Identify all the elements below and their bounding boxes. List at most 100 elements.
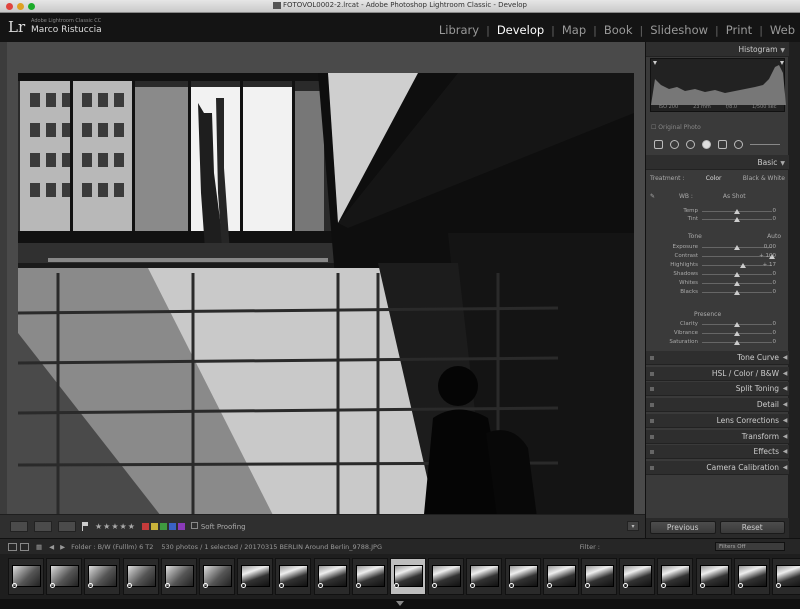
left-panel-collapsed[interactable]	[0, 42, 7, 514]
slider-track[interactable]	[702, 340, 772, 345]
forward-arrow-icon[interactable]: ▶	[60, 543, 65, 551]
filmstrip-thumbnail[interactable]	[733, 558, 770, 595]
color-label-swatch[interactable]	[141, 523, 149, 530]
filmstrip-thumbnail[interactable]	[275, 558, 312, 595]
slider-knob[interactable]	[734, 272, 740, 277]
slider-value[interactable]: + 100	[759, 253, 776, 259]
color-label-swatch[interactable]	[159, 523, 167, 530]
panel-switch-icon[interactable]	[650, 387, 654, 392]
slider-knob[interactable]	[734, 281, 740, 286]
spot-removal-icon[interactable]	[670, 140, 679, 149]
filmstrip-thumbnail[interactable]	[619, 558, 656, 595]
previous-button[interactable]: Previous	[650, 521, 716, 534]
wb-slider-tint[interactable]: Tint 0	[646, 216, 789, 223]
panel-tone-curve[interactable]: Tone Curve ◀	[646, 351, 789, 365]
module-book[interactable]: Book	[603, 23, 634, 37]
slider-track[interactable]	[702, 272, 772, 277]
loupe-view-button[interactable]	[10, 521, 28, 532]
panel-split-toning[interactable]: Split Toning ◀	[646, 382, 789, 397]
slider-track[interactable]	[702, 209, 772, 214]
slider-knob[interactable]	[734, 331, 740, 336]
filmstrip-thumbnail[interactable]	[199, 558, 235, 595]
panel-switch-icon[interactable]	[650, 450, 654, 455]
panel-switch-icon[interactable]	[650, 434, 654, 439]
slider-knob[interactable]	[734, 290, 740, 295]
before-after-options-button[interactable]	[58, 521, 76, 532]
slider-value[interactable]: 0,00	[764, 244, 776, 250]
slider-knob[interactable]	[734, 322, 740, 327]
tone-slider-exposure[interactable]: Exposure 0,00	[646, 244, 789, 251]
tone-slider-whites[interactable]: Whites 0	[646, 280, 789, 287]
panel-camera-calibration[interactable]: Camera Calibration ◀	[646, 460, 789, 475]
tool-slider[interactable]	[750, 144, 780, 145]
original-photo-toggle[interactable]: ☐ Original Photo	[651, 124, 701, 131]
source-label[interactable]: Folder : B/W (Fulllm) 6 T2	[71, 543, 153, 551]
slider-knob[interactable]	[739, 263, 746, 268]
histogram[interactable]: ISO 200 23 mm f/8.0 1/500 sec	[650, 58, 786, 112]
panel-switch-icon[interactable]	[650, 356, 654, 360]
tone-slider-contrast[interactable]: Contrast + 100	[646, 253, 789, 260]
presence-slider-clarity[interactable]: Clarity 0	[646, 321, 789, 328]
filmstrip-thumbnail[interactable]	[351, 558, 388, 595]
filmstrip-thumbnail[interactable]	[160, 558, 197, 595]
slider-value[interactable]: 0	[773, 289, 777, 295]
filmstrip-thumbnail[interactable]	[542, 558, 579, 595]
filmstrip-thumbnail[interactable]	[390, 558, 426, 595]
filmstrip-thumbnail[interactable]	[313, 558, 350, 595]
slider-value[interactable]: 0	[773, 271, 777, 277]
slider-track[interactable]	[702, 290, 772, 295]
slider-knob[interactable]	[734, 245, 740, 250]
presence-slider-saturation[interactable]: Saturation 0	[646, 339, 789, 346]
panel-effects[interactable]: Effects ◀	[646, 445, 789, 460]
slider-value[interactable]: 0	[773, 330, 777, 336]
checkbox-icon[interactable]	[190, 522, 198, 529]
panel-detail[interactable]: Detail ◀	[646, 398, 789, 413]
toolbar-options-dropdown[interactable]: ▾	[627, 521, 639, 531]
graduated-filter-icon[interactable]	[702, 140, 711, 149]
crop-tool-icon[interactable]	[654, 140, 663, 149]
slider-knob[interactable]	[734, 217, 740, 222]
right-panel-scroll-track[interactable]	[788, 42, 800, 538]
presence-slider-vibrance[interactable]: Vibrance 0	[646, 330, 789, 337]
module-library[interactable]: Library	[438, 23, 480, 37]
filmstrip-thumbnail[interactable]	[8, 558, 44, 595]
filmstrip-thumbnail[interactable]	[428, 558, 465, 595]
filmstrip-thumbnail[interactable]	[122, 558, 159, 595]
module-map[interactable]: Map	[561, 23, 587, 37]
back-arrow-icon[interactable]: ◀	[49, 543, 54, 551]
color-label-swatch[interactable]	[177, 523, 185, 530]
tone-slider-blacks[interactable]: Blacks 0	[646, 289, 789, 296]
slider-track[interactable]	[702, 217, 772, 222]
slider-value[interactable]: 0	[773, 339, 777, 345]
filmstrip-thumbnail[interactable]	[84, 558, 121, 595]
module-print[interactable]: Print	[725, 23, 753, 37]
histogram-header[interactable]: Histogram ▼	[646, 42, 789, 57]
wb-slider-temp[interactable]: Temp 0	[646, 208, 789, 215]
panel-switch-icon[interactable]	[650, 371, 654, 376]
red-eye-icon[interactable]	[686, 140, 695, 149]
slider-track[interactable]	[702, 263, 772, 268]
auto-tone-button[interactable]: Auto	[767, 233, 781, 240]
treatment-color-option[interactable]: Color	[706, 175, 722, 182]
slider-value[interactable]: 0	[773, 208, 777, 214]
filmstrip-thumbnail[interactable]	[695, 558, 732, 595]
slider-knob[interactable]	[734, 340, 740, 345]
slider-knob[interactable]	[734, 209, 740, 214]
filmstrip-thumbnail[interactable]	[237, 558, 274, 595]
slider-track[interactable]	[702, 245, 772, 250]
slider-track[interactable]	[702, 331, 772, 336]
wb-value-dropdown[interactable]: As Shot	[723, 193, 746, 200]
module-develop[interactable]: Develop	[496, 23, 545, 37]
bottom-panel-toggle-arrow[interactable]	[396, 601, 404, 606]
filmstrip-thumbnail[interactable]	[772, 558, 800, 595]
module-web[interactable]: Web	[769, 23, 796, 37]
radial-filter-icon[interactable]	[718, 140, 727, 149]
grid-icon[interactable]: ▦	[36, 543, 42, 551]
filmstrip-thumbnail[interactable]	[46, 558, 83, 595]
filmstrip-thumbnail[interactable]	[581, 558, 617, 595]
filter-preset-dropdown[interactable]: Filters Off	[715, 542, 785, 551]
star-rating[interactable]: ★★★★★	[95, 522, 136, 531]
tone-slider-highlights[interactable]: Highlights + 17	[646, 262, 789, 269]
filmstrip-thumbnail[interactable]	[504, 558, 541, 595]
basic-header[interactable]: Basic ▼	[646, 155, 789, 170]
